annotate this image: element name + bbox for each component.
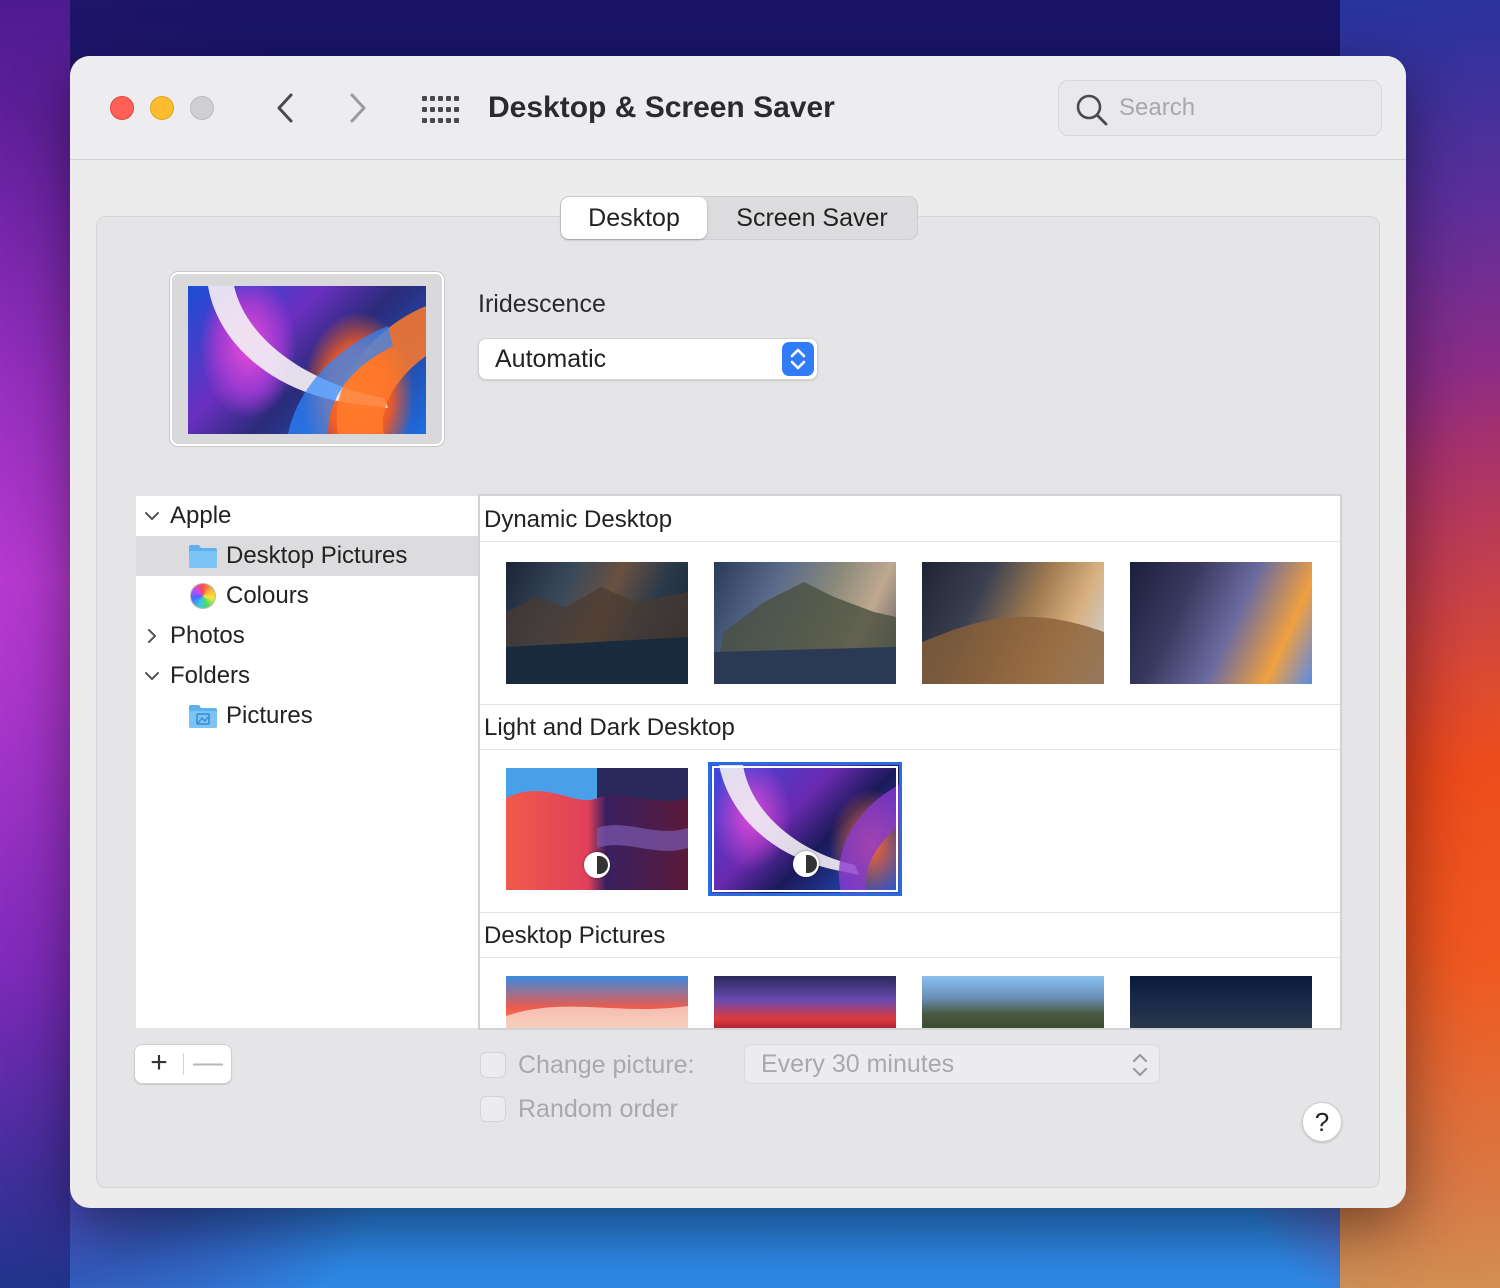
- sidebar-item-pictures[interactable]: Pictures: [136, 696, 478, 736]
- pictures-folder-icon: [189, 705, 217, 728]
- search-field[interactable]: [1058, 80, 1382, 136]
- search-input[interactable]: [1119, 81, 1369, 135]
- minimize-button[interactable]: [150, 96, 174, 120]
- thumbnail-big-sur-coastline[interactable]: [922, 976, 1104, 1028]
- thumbnail-big-sur-night[interactable]: [1130, 976, 1312, 1028]
- close-button[interactable]: [110, 96, 134, 120]
- sidebar-item-folders[interactable]: Folders: [136, 656, 478, 696]
- desktop-background-left: [0, 0, 70, 1288]
- updown-chevron-icon: [1132, 1053, 1148, 1077]
- preview-image: [188, 286, 426, 434]
- sidebar-item-apple[interactable]: Apple: [136, 496, 478, 536]
- chevron-down-icon[interactable]: [144, 668, 160, 684]
- wallpaper-name: Iridescence: [478, 290, 606, 318]
- preferences-window: Desktop & Screen Saver Desktop Screen Sa…: [70, 56, 1406, 1208]
- thumbnail-mojave-dynamic[interactable]: [922, 562, 1104, 684]
- sidebar-item-label: Photos: [170, 622, 245, 649]
- forward-button[interactable]: [338, 88, 378, 128]
- thumbnail-iridescence-light-dark[interactable]: [708, 762, 902, 896]
- tab-desktop[interactable]: Desktop: [561, 197, 707, 239]
- light-dark-icon: [584, 852, 610, 878]
- back-button[interactable]: [265, 88, 305, 128]
- add-folder-button[interactable]: +: [135, 1045, 183, 1083]
- select-stepper: [782, 342, 814, 376]
- change-picture-checkbox[interactable]: [480, 1052, 506, 1078]
- thumbnail-catalina-dynamic[interactable]: [506, 562, 688, 684]
- chevron-right-icon[interactable]: [144, 628, 160, 644]
- sidebar-item-colours[interactable]: Colours: [136, 576, 478, 616]
- wallpaper-grid: Dynamic Desktop Light and Dark Desktop D…: [478, 494, 1342, 1030]
- appearance-value: Automatic: [495, 345, 607, 373]
- sidebar-item-label: Apple: [170, 502, 232, 529]
- chevron-left-icon: [277, 93, 293, 123]
- appearance-select[interactable]: Automatic: [478, 338, 818, 380]
- change-interval-select[interactable]: Every 30 minutes: [744, 1044, 1160, 1084]
- source-list: Apple Desktop Pictures Colours Photos Fo…: [136, 496, 478, 1028]
- tab-screen-saver[interactable]: Screen Saver: [707, 197, 917, 239]
- help-button[interactable]: ?: [1302, 1102, 1342, 1142]
- sidebar-item-label: Colours: [226, 582, 309, 609]
- thumbnail-big-sur-red[interactable]: [714, 976, 896, 1028]
- sidebar-item-label: Folders: [170, 662, 251, 689]
- tab-bar: Desktop Screen Saver: [560, 196, 918, 240]
- show-all-button[interactable]: [418, 90, 462, 130]
- section-header-desktop-pictures: Desktop Pictures: [480, 914, 1340, 958]
- thumbnail-catalina-island-dynamic[interactable]: [714, 562, 896, 684]
- thumbnail-big-sur-graphic[interactable]: [506, 976, 688, 1028]
- add-remove-control: + —: [134, 1044, 232, 1084]
- sidebar-item-label: Desktop Pictures: [226, 542, 408, 569]
- sidebar-item-photos[interactable]: Photos: [136, 616, 478, 656]
- chevron-right-icon: [350, 93, 366, 123]
- chevron-down-icon[interactable]: [144, 508, 160, 524]
- title-bar: Desktop & Screen Saver: [70, 56, 1406, 160]
- interval-value: Every 30 minutes: [761, 1050, 955, 1078]
- change-picture-label: Change picture:: [518, 1051, 695, 1079]
- sidebar-item-label: Pictures: [226, 702, 313, 729]
- random-order-checkbox[interactable]: [480, 1096, 506, 1122]
- color-wheel-icon: [190, 583, 216, 609]
- sidebar-item-desktop-pictures[interactable]: Desktop Pictures: [136, 536, 478, 576]
- remove-folder-button[interactable]: —: [184, 1045, 232, 1083]
- thumbnail-solar-gradients-dynamic[interactable]: [1130, 562, 1312, 684]
- zoom-button[interactable]: [190, 96, 214, 120]
- thumbnail-big-sur-light-dark[interactable]: [506, 768, 688, 890]
- folder-icon: [189, 545, 217, 568]
- random-order-label: Random order: [518, 1095, 678, 1123]
- updown-chevron-icon: [790, 348, 806, 370]
- section-header-dynamic-desktop: Dynamic Desktop: [480, 498, 1340, 542]
- wallpaper-preview: [170, 272, 444, 446]
- window-title: Desktop & Screen Saver: [488, 91, 835, 124]
- search-icon: [1076, 94, 1108, 126]
- section-header-light-and-dark-desktop: Light and Dark Desktop: [480, 706, 1340, 750]
- light-dark-icon: [793, 851, 819, 877]
